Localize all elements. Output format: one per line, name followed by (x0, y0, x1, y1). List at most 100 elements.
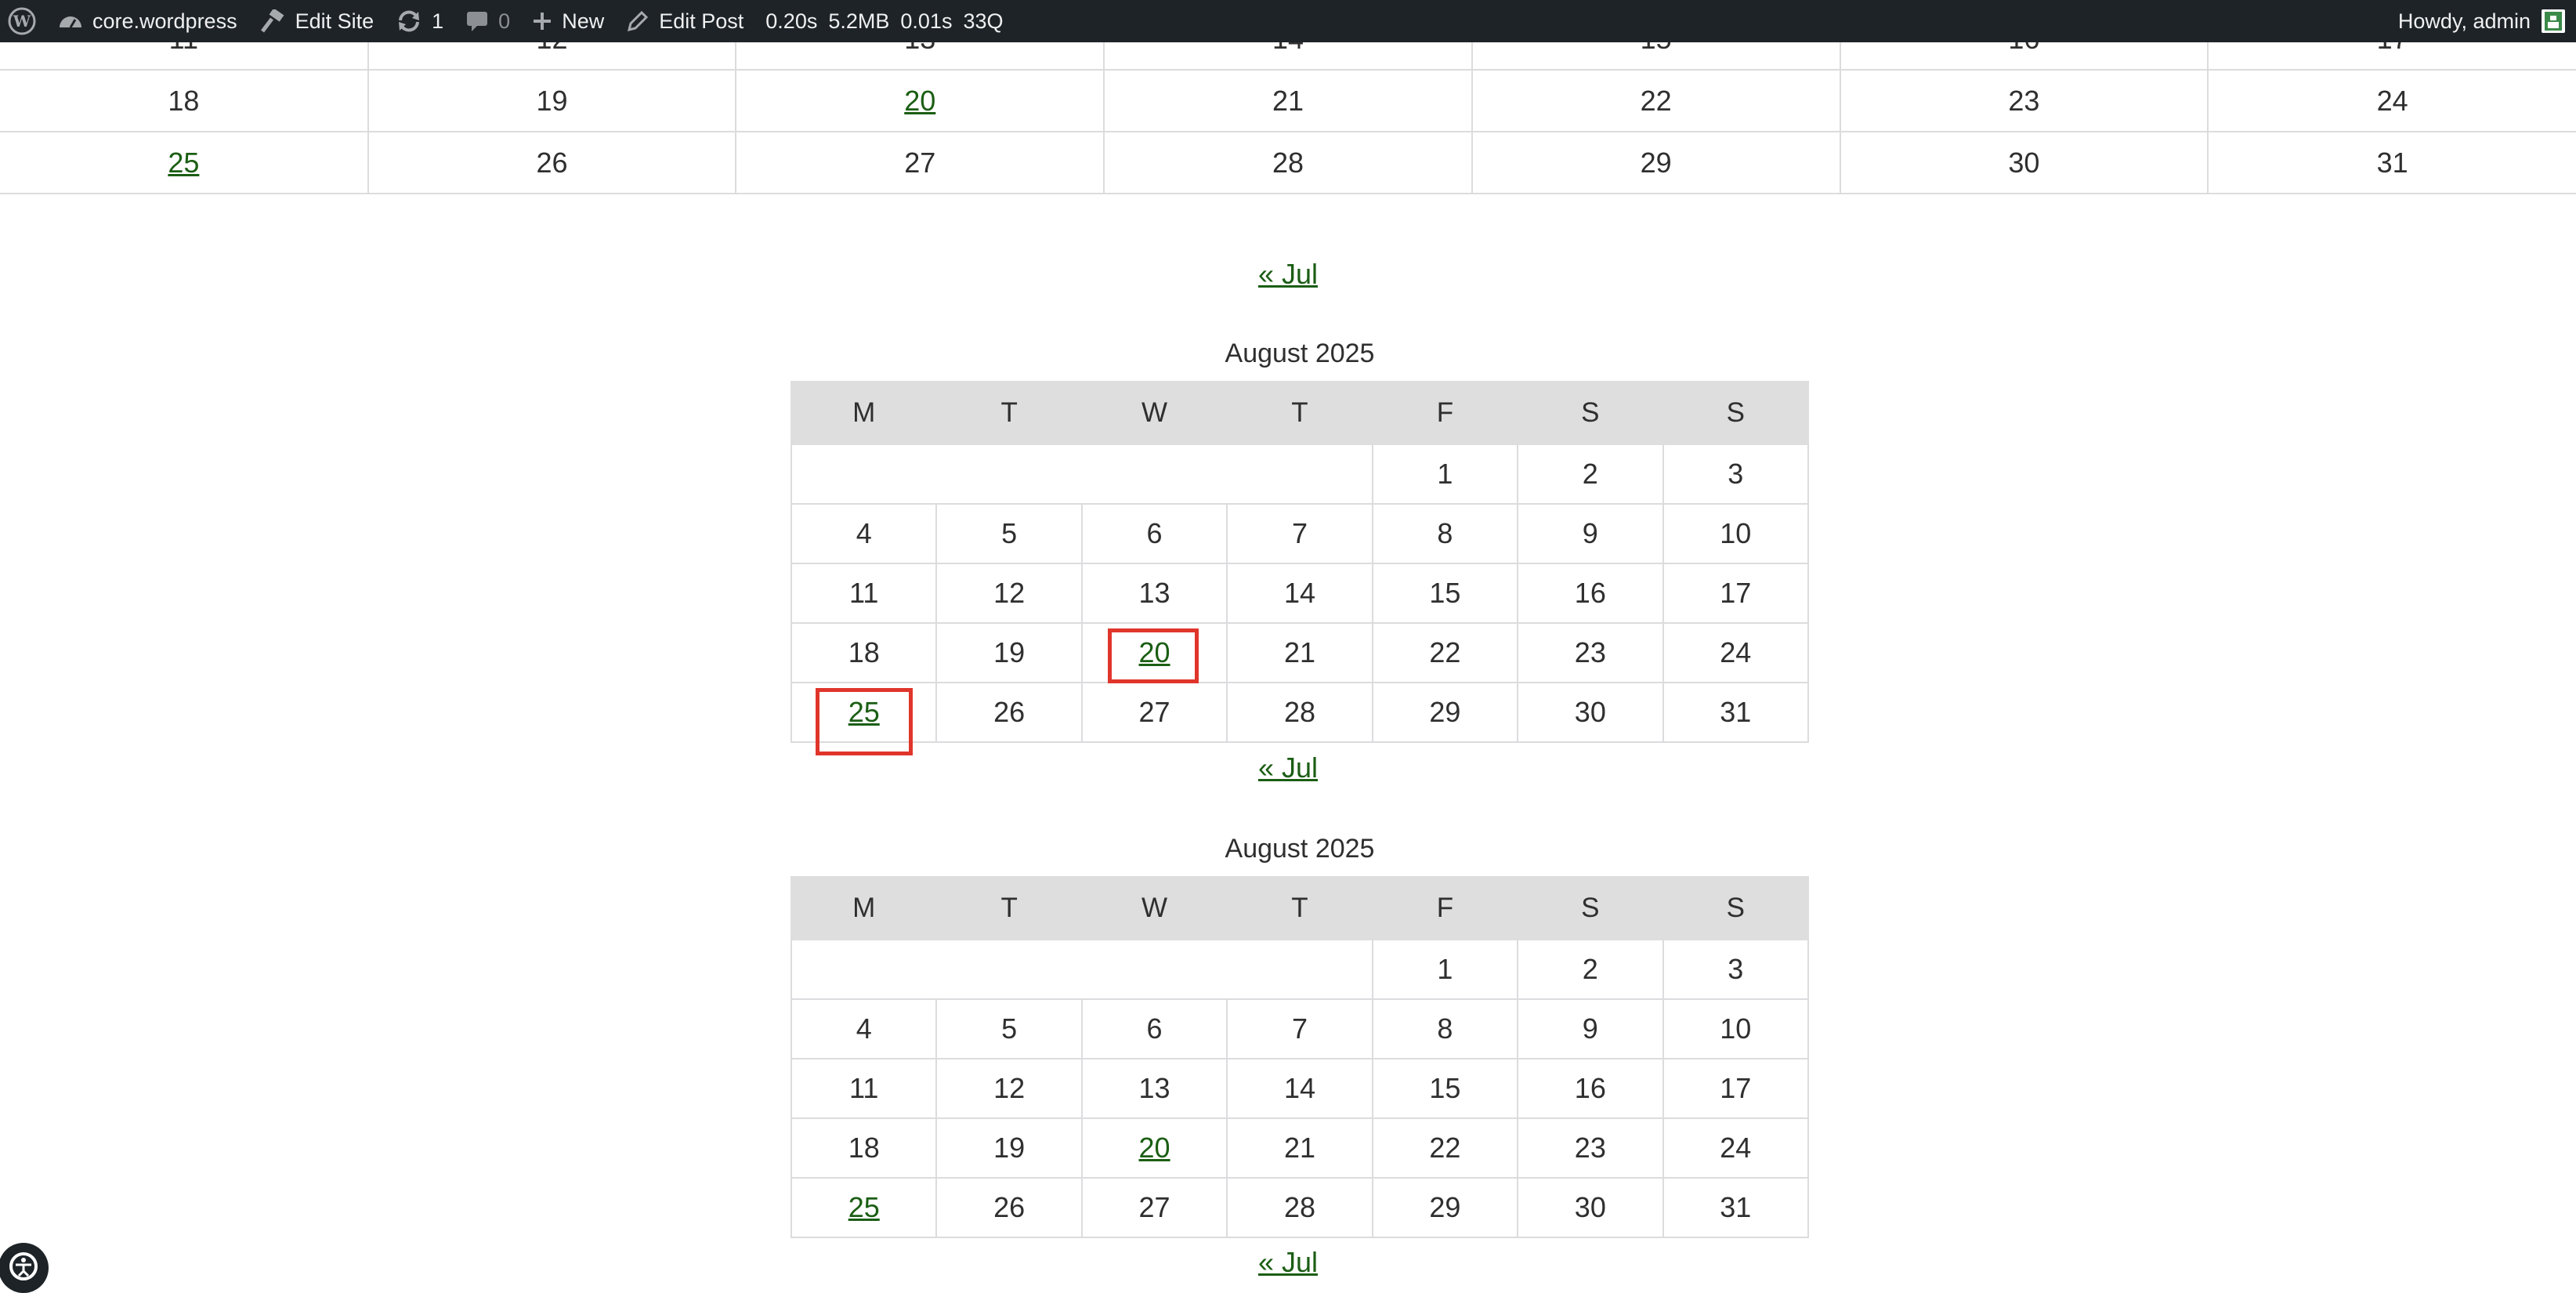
calendar-day-link[interactable]: 20 (1139, 1132, 1170, 1164)
comments-count: 0 (498, 9, 511, 33)
calendar-day-cell: 17 (1662, 563, 1810, 624)
accessibility-button[interactable] (0, 1243, 49, 1293)
calendar-day-link[interactable]: 25 (168, 147, 199, 179)
prev-month-link[interactable]: « Jul (1258, 1246, 1318, 1278)
weekday-header: S (1517, 381, 1664, 445)
wordpress-menu[interactable]: W (0, 0, 47, 42)
calendar-day-link[interactable]: 20 (904, 85, 935, 117)
weekday-header: T (935, 876, 1083, 940)
calendar-day-number: 31 (2376, 146, 2408, 179)
calendar-day-cell: 6 (1080, 503, 1228, 564)
calendar-week-row: 4 5 6 7 8 9 10 (790, 503, 1810, 564)
updates-link[interactable]: 1 (385, 0, 454, 42)
calendar-day-cell: 22 (1371, 622, 1519, 683)
calendar-week-row: 4 5 6 7 8 9 10 (790, 998, 1810, 1059)
calendar-day-number: 29 (1429, 1191, 1461, 1223)
calendar-day-number: 31 (1720, 1191, 1752, 1223)
calendar-day-cell: 3 (1662, 939, 1810, 1000)
weekday-header: W (1080, 876, 1228, 940)
calendar-day-number: 4 (856, 517, 872, 549)
calendar-day-number: 30 (2008, 146, 2040, 179)
calendar-day-cell: 25 (790, 1177, 938, 1238)
calendar-day-cell: 8 (1371, 998, 1519, 1059)
calendar-day-number: 29 (1640, 146, 1672, 179)
howdy-label: Howdy, admin (2397, 9, 2531, 33)
calendar-pad-cell (1227, 444, 1373, 505)
calendar-day-number: 21 (1283, 1132, 1315, 1164)
calendar-day-cell: 7 (1226, 503, 1373, 564)
admin-bar: W core.wordpress Edit Site 1 0 New Edit … (0, 0, 2576, 42)
calendar-day-cell: 15 (1371, 563, 1519, 624)
calendar-week-row: 1 2 3 (790, 939, 1810, 1000)
calendar-day-cell: 29 (1371, 682, 1519, 743)
calendar-day-number: 5 (1001, 1012, 1018, 1045)
calendar-table: MTWTFSS 1 2 3 4 5 6 7 8 9 10 11 12 13 14 15 16 17 18 19 20 2… (790, 876, 1810, 1238)
calendar-day-number: 27 (1138, 696, 1170, 728)
comment-bubble-icon (465, 9, 489, 33)
calendar-day-number: 12 (993, 1072, 1026, 1104)
prev-month-link[interactable]: « Jul (1258, 752, 1318, 784)
calendar-day-cell: 2 (1517, 939, 1664, 1000)
calendar-day-cell: 26 (367, 131, 737, 194)
calendar-day-cell: 21 (1226, 1117, 1373, 1179)
new-label: New (562, 9, 605, 33)
calendar-week-row: 11 12 13 14 15 16 17 (790, 563, 1810, 624)
calendar-day-cell: 15 (1371, 1058, 1519, 1119)
calendar-day-number: 2 (1582, 953, 1598, 985)
calendar-day-cell: 30 (1517, 1177, 1664, 1238)
calendar-day-number: 4 (856, 1012, 872, 1045)
calendar-day-cell: 1 (1371, 939, 1519, 1000)
avatar (2542, 9, 2565, 33)
calendar-day-cell: 11 (790, 1058, 938, 1119)
comments-link[interactable]: 0 (454, 0, 521, 42)
calendar-pad-cell (936, 444, 1082, 505)
calendar-day-cell: 23 (1517, 1117, 1664, 1179)
calendar-day-cell: 19 (935, 1117, 1083, 1179)
calendar-day-cell: 27 (1080, 682, 1228, 743)
query-monitor-stats[interactable]: 0.20s 5.2MB 0.01s 33Q (754, 0, 1025, 42)
edit-post-link[interactable]: Edit Post (615, 0, 754, 42)
calendar-day-cell: 25 (0, 131, 369, 194)
weekday-header: T (1226, 876, 1373, 940)
weekday-header: S (1517, 876, 1664, 940)
calendar-day-number: 29 (1429, 696, 1461, 728)
svg-text:W: W (13, 12, 31, 31)
prev-month-link[interactable]: « Jul (1258, 258, 1318, 290)
calendar-day-cell: 23 (1517, 622, 1664, 683)
calendar-week-row: 18 19 20 21 22 23 24 (790, 622, 1810, 683)
calendar-day-number: 3 (1728, 458, 1744, 490)
calendar-day-cell: 26 (935, 682, 1083, 743)
calendar-day-cell: 27 (735, 131, 1105, 194)
calendar-day-cell: 28 (1226, 1177, 1373, 1238)
calendar-day-cell: 12 (935, 563, 1083, 624)
account-menu[interactable]: Howdy, admin (2387, 0, 2576, 42)
calendar-day-number: 18 (848, 1132, 880, 1164)
dashboard-icon (58, 10, 83, 32)
calendar-day-cell: 12 (935, 1058, 1083, 1119)
calendar-day-link[interactable]: 25 (848, 696, 880, 728)
calendar-day-number: 17 (1720, 577, 1752, 609)
calendar-day-number: 9 (1582, 1012, 1598, 1045)
calendar-top-prev-nav: « Jul (0, 257, 2576, 292)
calendar-day-link[interactable]: 25 (848, 1191, 880, 1223)
calendar-day-number: 19 (993, 1132, 1026, 1164)
calendar-day-cell: 29 (1371, 1177, 1519, 1238)
calendar-day-number: 21 (1283, 636, 1315, 668)
new-content-link[interactable]: New (521, 0, 615, 42)
calendar-day-number: 26 (536, 146, 568, 179)
calendar-day-cell: 17 (1662, 1058, 1810, 1119)
calendar-day-cell: 26 (935, 1177, 1083, 1238)
calendar-day-link[interactable]: 20 (1139, 636, 1170, 668)
calendar-pad-cell (790, 444, 937, 505)
calendar-week-row: 25 26 27 28 29 30 31 (0, 131, 2576, 194)
weekday-header: M (790, 381, 938, 445)
calendar-day-cell: 6 (1080, 998, 1228, 1059)
edit-site-link[interactable]: Edit Site (248, 0, 385, 42)
pencil-icon (626, 9, 649, 33)
calendar-day-cell: 3 (1662, 444, 1810, 505)
calendar-2-prev-nav: « Jul (0, 1245, 2576, 1280)
calendar-day-number: 23 (2008, 84, 2040, 117)
site-name-link[interactable]: core.wordpress (47, 0, 248, 42)
calendar-day-number: 7 (1291, 517, 1308, 549)
calendar-day-number: 16 (1574, 1072, 1606, 1104)
